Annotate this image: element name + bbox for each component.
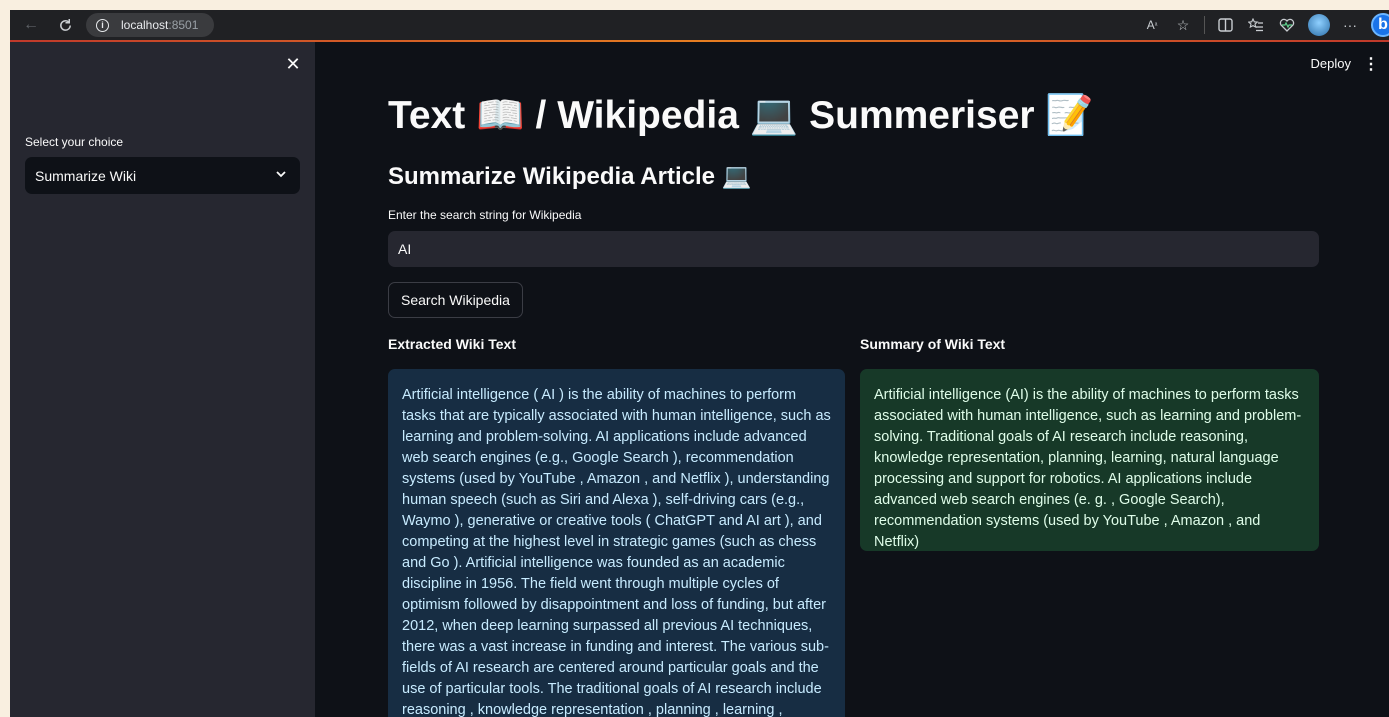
read-aloud-icon[interactable]: Aᵃ	[1141, 14, 1163, 36]
info-icon[interactable]: i	[96, 18, 109, 32]
main-content: Deploy ⋮ Text 📖 / Wikipedia 💻 Summeriser…	[315, 42, 1389, 717]
section-subtitle: Summarize Wikipedia Article 💻	[388, 163, 752, 190]
favorites-list-icon[interactable]	[1245, 14, 1267, 36]
close-icon[interactable]: ✕	[283, 54, 303, 74]
extracted-heading: Extracted Wiki Text	[388, 336, 516, 352]
bing-copilot-icon[interactable]: b	[1371, 13, 1389, 37]
deploy-button[interactable]: Deploy	[1311, 56, 1351, 71]
url-port: :8501	[168, 18, 199, 32]
url-host: localhost	[121, 18, 169, 32]
select-label: Select your choice	[25, 135, 124, 149]
address-bar[interactable]: i localhost:8501	[86, 13, 214, 37]
search-input-label: Enter the search string for Wikipedia	[388, 208, 582, 222]
profile-avatar-icon[interactable]	[1308, 14, 1330, 36]
search-input[interactable]	[388, 231, 1319, 267]
more-icon[interactable]: ···	[1339, 14, 1361, 36]
sidebar: ✕ Select your choice Summarize Wiki	[10, 42, 315, 717]
browser-window: ← i localhost:8501 Aᵃ ☆ ··· b ✕ Select …	[10, 10, 1389, 717]
star-icon[interactable]: ☆	[1172, 14, 1194, 36]
kebab-menu-icon[interactable]: ⋮	[1363, 54, 1379, 74]
chevron-down-icon	[276, 171, 286, 178]
back-arrow-icon[interactable]: ←	[20, 14, 42, 36]
toolbar-actions: Aᵃ ☆ ··· b	[1132, 10, 1389, 40]
reload-icon[interactable]	[54, 14, 76, 36]
page-title: Text 📖 / Wikipedia 💻 Summeriser 📝	[388, 94, 1094, 137]
summary-text-box: Artificial intelligence (AI) is the abil…	[860, 369, 1319, 551]
select-value: Summarize Wiki	[35, 167, 137, 184]
search-wikipedia-button[interactable]: Search Wikipedia	[388, 282, 523, 318]
toolbar-divider	[1204, 16, 1205, 34]
extracted-text-box: Artificial intelligence ( AI ) is the ab…	[388, 369, 845, 717]
browser-essentials-icon[interactable]	[1276, 14, 1298, 36]
browser-toolbar: ← i localhost:8501 Aᵃ ☆ ··· b	[10, 10, 1389, 42]
summary-heading: Summary of Wiki Text	[860, 336, 1006, 352]
choice-select[interactable]: Summarize Wiki	[25, 157, 300, 194]
split-screen-icon[interactable]	[1214, 14, 1236, 36]
